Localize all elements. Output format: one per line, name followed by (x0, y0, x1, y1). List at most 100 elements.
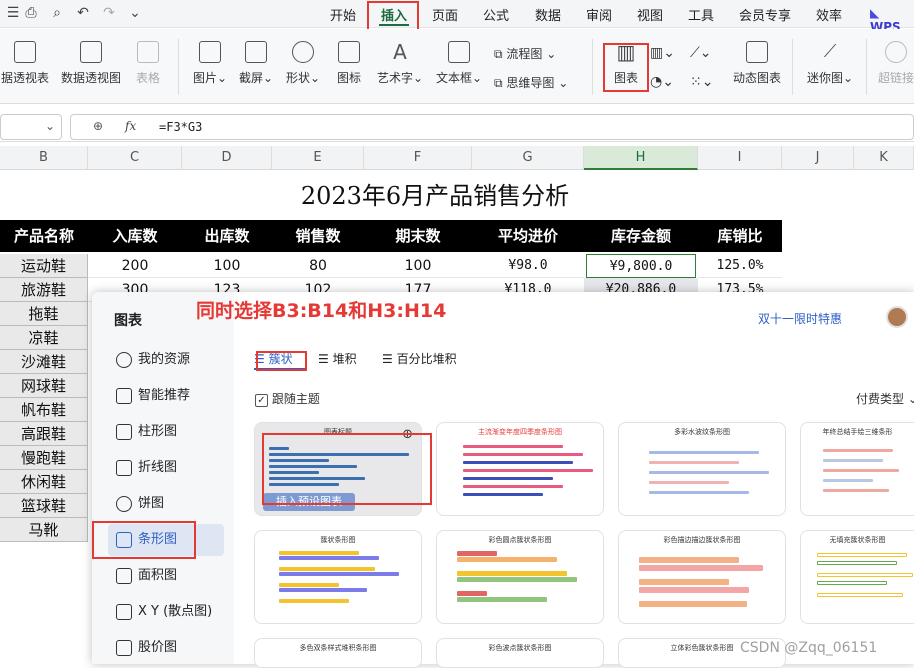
sparkline-button[interactable]: ⟋ 迷你图⌄ (806, 41, 854, 86)
line-chart-dropdown[interactable]: ⟋⌄ (690, 45, 712, 61)
product-cell[interactable]: 凉鞋 (0, 326, 88, 350)
column-header-d[interactable]: D (182, 146, 272, 170)
insert-preset-button[interactable]: 插入预设图表 (263, 493, 355, 511)
template-card[interactable]: 彩色描边描边簇状条形图 (618, 530, 786, 624)
menu-page[interactable]: 页面 (432, 5, 458, 24)
header-product[interactable]: 产品名称 (0, 220, 88, 252)
dynamic-chart-button[interactable]: 动态图表 (732, 41, 782, 86)
template-card[interactable]: 无填充簇状条形图 (800, 530, 914, 624)
header-ratio[interactable]: 库销比 (698, 220, 782, 252)
column-header-f[interactable]: F (364, 146, 472, 170)
nav-line-chart[interactable]: 折线图 (108, 452, 224, 484)
header-stock-out[interactable]: 出库数 (182, 220, 272, 252)
product-cell[interactable]: 运动鞋 (0, 254, 88, 278)
template-card[interactable]: 年终总结手绘三维条形 (800, 422, 914, 516)
column-header-g[interactable]: G (472, 146, 584, 170)
header-ending[interactable]: 期末数 (364, 220, 472, 252)
menu-home[interactable]: 开始 (330, 5, 356, 24)
flowchart-button[interactable]: ⧉ 流程图 ⌄ (494, 45, 556, 62)
product-cell[interactable]: 高跟鞋 (0, 422, 88, 446)
column-chart-dropdown[interactable]: ▥⌄ (650, 45, 675, 61)
table-cell[interactable]: 100 (364, 254, 472, 278)
product-cell[interactable]: 休闲鞋 (0, 470, 88, 494)
undo-icon[interactable]: ↶ (74, 4, 92, 22)
shape-button[interactable]: 形状⌄ (283, 41, 323, 86)
template-card[interactable]: 主流渐变年度四季度条形图 (436, 422, 604, 516)
product-cell[interactable]: 篮球鞋 (0, 494, 88, 518)
column-header-h[interactable]: H (584, 146, 698, 170)
menu-formula[interactable]: 公式 (483, 5, 509, 24)
subtab-percent-stacked[interactable]: ☰ 百分比堆积 (382, 350, 457, 367)
redo-icon[interactable]: ↷ (100, 4, 118, 22)
template-card[interactable]: 簇状条形图 (254, 530, 422, 624)
chevron-down-icon[interactable]: ⌄ (126, 4, 144, 22)
nav-my-resources[interactable]: 我的资源 (108, 344, 224, 376)
fx-icon[interactable]: fx (125, 119, 136, 133)
chart-button[interactable]: ▥ 图表 (604, 41, 648, 86)
pivot-chart-button[interactable]: 数据透视图 (60, 41, 122, 86)
nav-scatter-chart[interactable]: X Y (散点图) (108, 596, 224, 628)
menu-view[interactable]: 视图 (637, 5, 663, 24)
menu-icon[interactable]: ☰ (4, 4, 22, 22)
name-box[interactable]: ⌄ (0, 114, 62, 140)
product-cell[interactable]: 拖鞋 (0, 302, 88, 326)
column-header-k[interactable]: K (854, 146, 914, 170)
sheet-title[interactable]: 2023年6月产品销售分析 (90, 174, 780, 218)
subtab-stacked[interactable]: ☰ 堆积 (318, 350, 357, 367)
column-header-j[interactable]: J (782, 146, 854, 170)
hyperlink-button[interactable]: 超链接 (878, 41, 914, 86)
product-cell[interactable]: 沙滩鞋 (0, 350, 88, 374)
table-cell[interactable]: 100 (182, 254, 272, 278)
table-cell[interactable]: 125.0% (698, 254, 782, 278)
header-inventory-amount[interactable]: 库存金额 (584, 220, 698, 252)
template-card[interactable]: 彩色圆点簇状条形图 (436, 530, 604, 624)
mindmap-button[interactable]: ⧉ 思维导图 ⌄ (494, 74, 568, 91)
formula-input[interactable]: ⊕ fx =F3*G3 (70, 114, 914, 140)
menu-insert[interactable]: 插入 (381, 5, 407, 24)
avatar[interactable] (886, 306, 908, 328)
icons-button[interactable]: 图标 (334, 41, 364, 86)
screenshot-button[interactable]: 截屏⌄ (236, 41, 276, 86)
menu-data[interactable]: 数据 (535, 5, 561, 24)
active-cell[interactable]: ¥9,800.0 (586, 254, 696, 278)
wordart-button[interactable]: A 艺术字⌄ (376, 41, 424, 86)
column-header-e[interactable]: E (272, 146, 364, 170)
promo-link[interactable]: 双十一限时特惠 (758, 310, 842, 327)
nav-area-chart[interactable]: 面积图 (108, 560, 224, 592)
zoom-icon[interactable]: ⊕ (93, 119, 103, 133)
menu-member[interactable]: 会员专享 (739, 5, 791, 24)
nav-pie-chart[interactable]: 饼图 (108, 488, 224, 520)
column-header-i[interactable]: I (698, 146, 782, 170)
header-stock-in[interactable]: 入库数 (88, 220, 182, 252)
header-sales[interactable]: 销售数 (272, 220, 364, 252)
menu-review[interactable]: 审阅 (586, 5, 612, 24)
template-card-preset[interactable]: 图表标题 ⊕ 插入预设图表 (254, 422, 422, 516)
column-header-c[interactable]: C (88, 146, 182, 170)
pivot-table-button[interactable]: 据透视表 (0, 41, 50, 86)
nav-smart-recommend[interactable]: 智能推荐 (108, 380, 224, 412)
textbox-button[interactable]: 文本框⌄ (434, 41, 484, 86)
product-cell[interactable]: 慢跑鞋 (0, 446, 88, 470)
print-preview-icon[interactable]: ⌕ (48, 4, 66, 22)
product-cell[interactable]: 网球鞋 (0, 374, 88, 398)
product-cell[interactable]: 帆布鞋 (0, 398, 88, 422)
fee-type-dropdown[interactable]: 付费类型 ⌄ (856, 390, 914, 407)
menu-efficiency[interactable]: 效率 (816, 5, 842, 24)
table-cell[interactable]: 200 (88, 254, 182, 278)
picture-button[interactable]: 图片⌄ (190, 41, 230, 86)
table-button[interactable]: 表格 (132, 41, 164, 86)
scatter-chart-dropdown[interactable]: ⁙⌄ (690, 74, 713, 90)
product-cell[interactable]: 旅游鞋 (0, 278, 88, 302)
header-avg-price[interactable]: 平均进价 (472, 220, 584, 252)
table-cell[interactable]: 80 (272, 254, 364, 278)
zoom-icon[interactable]: ⊕ (402, 427, 413, 442)
pie-chart-dropdown[interactable]: ◔⌄ (650, 74, 674, 90)
subtab-clustered[interactable]: ☰ 簇状 (254, 350, 293, 367)
nav-bar-chart[interactable]: 条形图 (108, 524, 224, 556)
print-icon[interactable]: ⎙ (22, 4, 40, 22)
nav-column-chart[interactable]: 柱形图 (108, 416, 224, 448)
formula-text[interactable]: =F3*G3 (159, 120, 202, 134)
follow-theme-checkbox[interactable]: ✓ 跟随主题 (255, 390, 320, 407)
menu-tools[interactable]: 工具 (688, 5, 714, 24)
template-card[interactable]: 多彩水波纹条形图 (618, 422, 786, 516)
